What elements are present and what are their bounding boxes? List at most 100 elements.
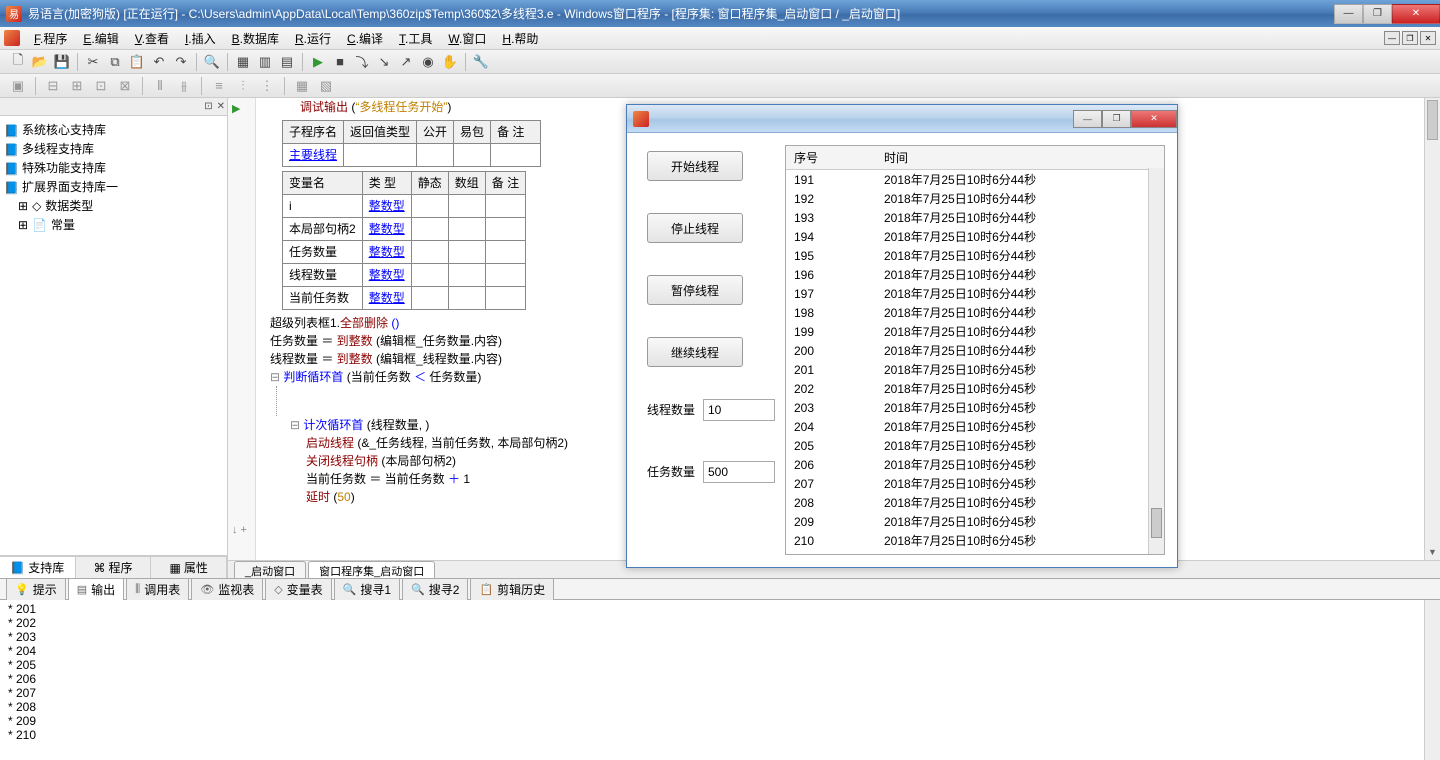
dialog-close-button[interactable]: ✕ [1131,110,1177,128]
save-icon[interactable]: 💾 [52,52,72,72]
result-list[interactable]: 序号时间 1912018年7月25日10时6分44秒1922018年7月25日1… [785,145,1165,555]
breakpoint-icon[interactable]: ◉ [418,52,438,72]
list-row[interactable]: 1922018年7月25日10时6分44秒 [786,189,1164,208]
run-icon[interactable]: ▶ [308,52,328,72]
align1-icon[interactable]: ⊟ [43,76,63,96]
tab-clip[interactable]: 📋剪辑历史 [470,578,554,601]
menu-window[interactable]: W.窗口 [440,27,494,50]
menu-view[interactable]: V.查看 [127,27,177,50]
size1-icon[interactable]: ≡ [209,76,229,96]
maximize-button[interactable]: ❐ [1363,4,1392,24]
dist2-icon[interactable]: ⫵ [174,76,194,96]
list-row[interactable]: 1952018年7月25日10时6分44秒 [786,246,1164,265]
scroll-down-icon[interactable]: ▼ [1425,544,1440,560]
list-row[interactable]: 2082018年7月25日10时6分45秒 [786,493,1164,512]
close-panel-icon[interactable]: ✕ [217,101,225,112]
grid1-icon[interactable]: ▦ [292,76,312,96]
list-row[interactable]: 2032018年7月25日10时6分45秒 [786,398,1164,417]
mdi-restore-button[interactable]: ❐ [1402,31,1418,45]
list-row[interactable]: 2002018年7月25日10时6分44秒 [786,341,1164,360]
list-row[interactable]: 1972018年7月25日10时6分44秒 [786,284,1164,303]
menu-edit[interactable]: E.编辑 [75,27,126,50]
menu-help[interactable]: H.帮助 [494,27,546,50]
close-button[interactable]: ✕ [1392,4,1440,24]
output-pane[interactable]: * 201 * 202 * 203 * 204 * 205 * 206 * 20… [0,600,1440,760]
expand-icon[interactable]: ⊞ [18,199,28,213]
copy-icon[interactable]: ⧉ [105,52,125,72]
new-icon[interactable]: 🗋 [8,52,28,72]
align2-icon[interactable]: ⊞ [67,76,87,96]
menu-database[interactable]: B.数据库 [224,27,287,50]
thread-count-input[interactable] [703,399,775,421]
step-out-icon[interactable]: ↗ [396,52,416,72]
dialog-min-button[interactable]: — [1073,110,1102,128]
expand-icon[interactable]: ⊞ [18,218,28,232]
list-row[interactable]: 1982018年7月25日10时6分44秒 [786,303,1164,322]
list-row[interactable]: 1912018年7月25日10时6分44秒 [786,170,1164,190]
list-row[interactable]: 2022018年7月25日10时6分45秒 [786,379,1164,398]
tab-support-lib[interactable]: 📘支持库 [0,557,76,578]
mdi-close-button[interactable]: ✕ [1420,31,1436,45]
list-row[interactable]: 2092018年7月25日10时6分45秒 [786,512,1164,531]
list-row[interactable]: 2062018年7月25日10时6分45秒 [786,455,1164,474]
collapse-icon[interactable]: ↓ + [232,524,247,536]
undo-icon[interactable]: ↶ [149,52,169,72]
list-row[interactable]: 1932018年7月25日10时6分44秒 [786,208,1164,227]
list-row[interactable]: 2102018年7月25日10时6分45秒 [786,531,1164,550]
paste-icon[interactable]: 📋 [127,52,147,72]
tab-search2[interactable]: 🔍搜寻2 [402,578,468,601]
dialog-titlebar[interactable]: — ❐ ✕ [627,105,1177,133]
cursor-icon[interactable]: ✋ [440,52,460,72]
mdi-min-button[interactable]: — [1384,31,1400,45]
layout3-icon[interactable]: ▤ [277,52,297,72]
grid2-icon[interactable]: ▧ [316,76,336,96]
tab-search1[interactable]: 🔍搜寻1 [334,578,400,601]
resume-thread-button[interactable]: 继续线程 [647,337,743,367]
cut-icon[interactable]: ✂ [83,52,103,72]
layout2-icon[interactable]: ▥ [255,52,275,72]
editor-scrollbar[interactable]: ▲▼ [1424,98,1440,560]
tab-watch[interactable]: 👁监视表 [191,578,263,601]
list-row[interactable]: 2042018年7月25日10时6分45秒 [786,417,1164,436]
step-into-icon[interactable]: ↘ [374,52,394,72]
output-scrollbar[interactable] [1424,600,1440,760]
minimize-button[interactable]: — [1334,4,1363,24]
tab-call[interactable]: ⫼调用表 [126,578,189,601]
tab-vars[interactable]: ◇变量表 [265,578,331,601]
list-row[interactable]: 2052018年7月25日10时6分45秒 [786,436,1164,455]
menu-compile[interactable]: C.编译 [339,27,391,50]
menu-insert[interactable]: I.插入 [177,27,224,50]
tab-output[interactable]: ▤输出 [68,578,124,601]
start-thread-button[interactable]: 开始线程 [647,151,743,181]
menu-run[interactable]: R.运行 [287,27,339,50]
redo-icon[interactable]: ↷ [171,52,191,72]
size3-icon[interactable]: ⋮ [257,76,277,96]
list-scrollbar[interactable] [1148,168,1164,554]
stop-thread-button[interactable]: 停止线程 [647,213,743,243]
editor-tab[interactable]: 窗口程序集_启动窗口 [308,561,435,578]
dist1-icon[interactable]: ⫴ [150,76,170,96]
editor-tab[interactable]: _启动窗口 [234,561,306,578]
size2-icon[interactable]: ⫶ [233,76,253,96]
menu-program[interactable]: F.程序 [26,27,75,50]
tab-hint[interactable]: 💡提示 [6,578,66,601]
step-over-icon[interactable]: ⤵ [352,52,372,72]
stop-icon[interactable]: ■ [330,52,350,72]
align3-icon[interactable]: ⊡ [91,76,111,96]
menu-tools[interactable]: T.工具 [391,27,440,50]
align4-icon[interactable]: ⊠ [115,76,135,96]
list-row[interactable]: 1962018年7月25日10时6分44秒 [786,265,1164,284]
find-icon[interactable]: 🔍 [202,52,222,72]
list-row[interactable]: 1942018年7月25日10时6分44秒 [786,227,1164,246]
pause-thread-button[interactable]: 暂停线程 [647,275,743,305]
list-row[interactable]: 1992018年7月25日10时6分44秒 [786,322,1164,341]
open-icon[interactable]: 📂 [30,52,50,72]
tool-icon[interactable]: 🔧 [471,52,491,72]
tab-properties[interactable]: ▦属性 [151,557,227,578]
pin-icon[interactable]: ⊡ [204,101,212,112]
layout1-icon[interactable]: ▦ [233,52,253,72]
library-tree[interactable]: 📘系统核心支持库 📘多线程支持库 📘特殊功能支持库 📘扩展界面支持库一 ⊞ ◇ … [0,116,227,556]
align-left-icon[interactable]: ▣ [8,76,28,96]
dialog-max-button[interactable]: ❐ [1102,110,1131,128]
task-count-input[interactable] [703,461,775,483]
